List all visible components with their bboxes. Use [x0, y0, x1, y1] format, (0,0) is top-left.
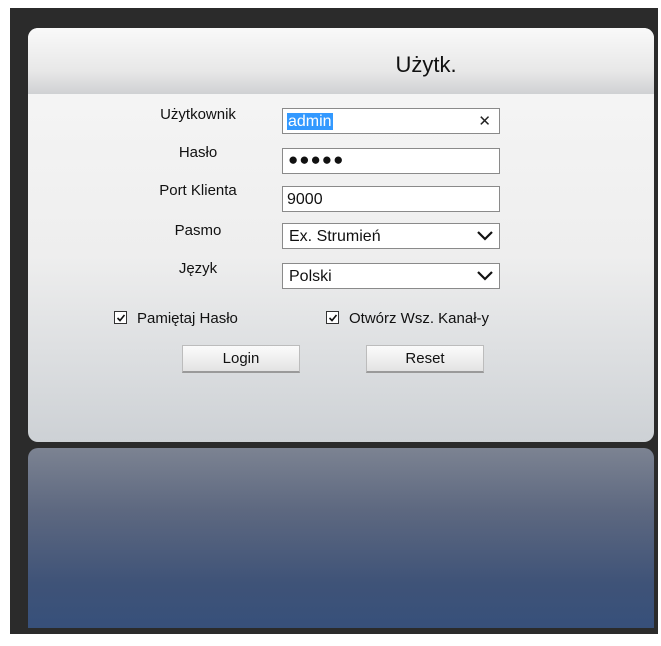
stream-select[interactable]: Ex. Strumień: [282, 223, 500, 249]
page-title: Użytk.: [395, 52, 457, 77]
reset-button[interactable]: Reset: [366, 345, 484, 373]
language-value: Polski: [289, 268, 332, 285]
stream-value: Ex. Strumień: [289, 228, 381, 245]
username-input[interactable]: admin ✕: [282, 108, 500, 134]
password-input[interactable]: ●●●●●: [282, 148, 500, 174]
remember-password-label: Pamiętaj Hasło: [137, 310, 238, 327]
open-all-channels-label: Otwórz Wsz. Kanał-y: [349, 310, 490, 327]
username-value: admin: [287, 113, 333, 130]
close-icon[interactable]: ✕: [478, 112, 491, 130]
password-value: ●●●●●: [288, 150, 345, 169]
language-label: Język: [178, 260, 218, 277]
login-panel: Użytk. Użytkownik admin ✕ Hasło ●●●●● Po…: [28, 28, 654, 442]
checkbox-icon[interactable]: [114, 311, 127, 324]
panel-reflection: [28, 448, 654, 628]
panel-header: Użytk.: [28, 28, 654, 94]
username-label: Użytkownik: [160, 106, 236, 123]
port-input[interactable]: 9000: [282, 186, 500, 212]
stream-label: Pasmo: [174, 222, 222, 239]
password-label: Hasło: [178, 144, 218, 161]
chevron-down-icon: [477, 271, 493, 281]
chevron-down-icon: [477, 231, 493, 241]
port-value: 9000: [287, 191, 323, 208]
login-button[interactable]: Login: [182, 345, 300, 373]
checkbox-icon[interactable]: [326, 311, 339, 324]
language-select[interactable]: Polski: [282, 263, 500, 289]
port-label: Port Klienta: [159, 182, 237, 199]
